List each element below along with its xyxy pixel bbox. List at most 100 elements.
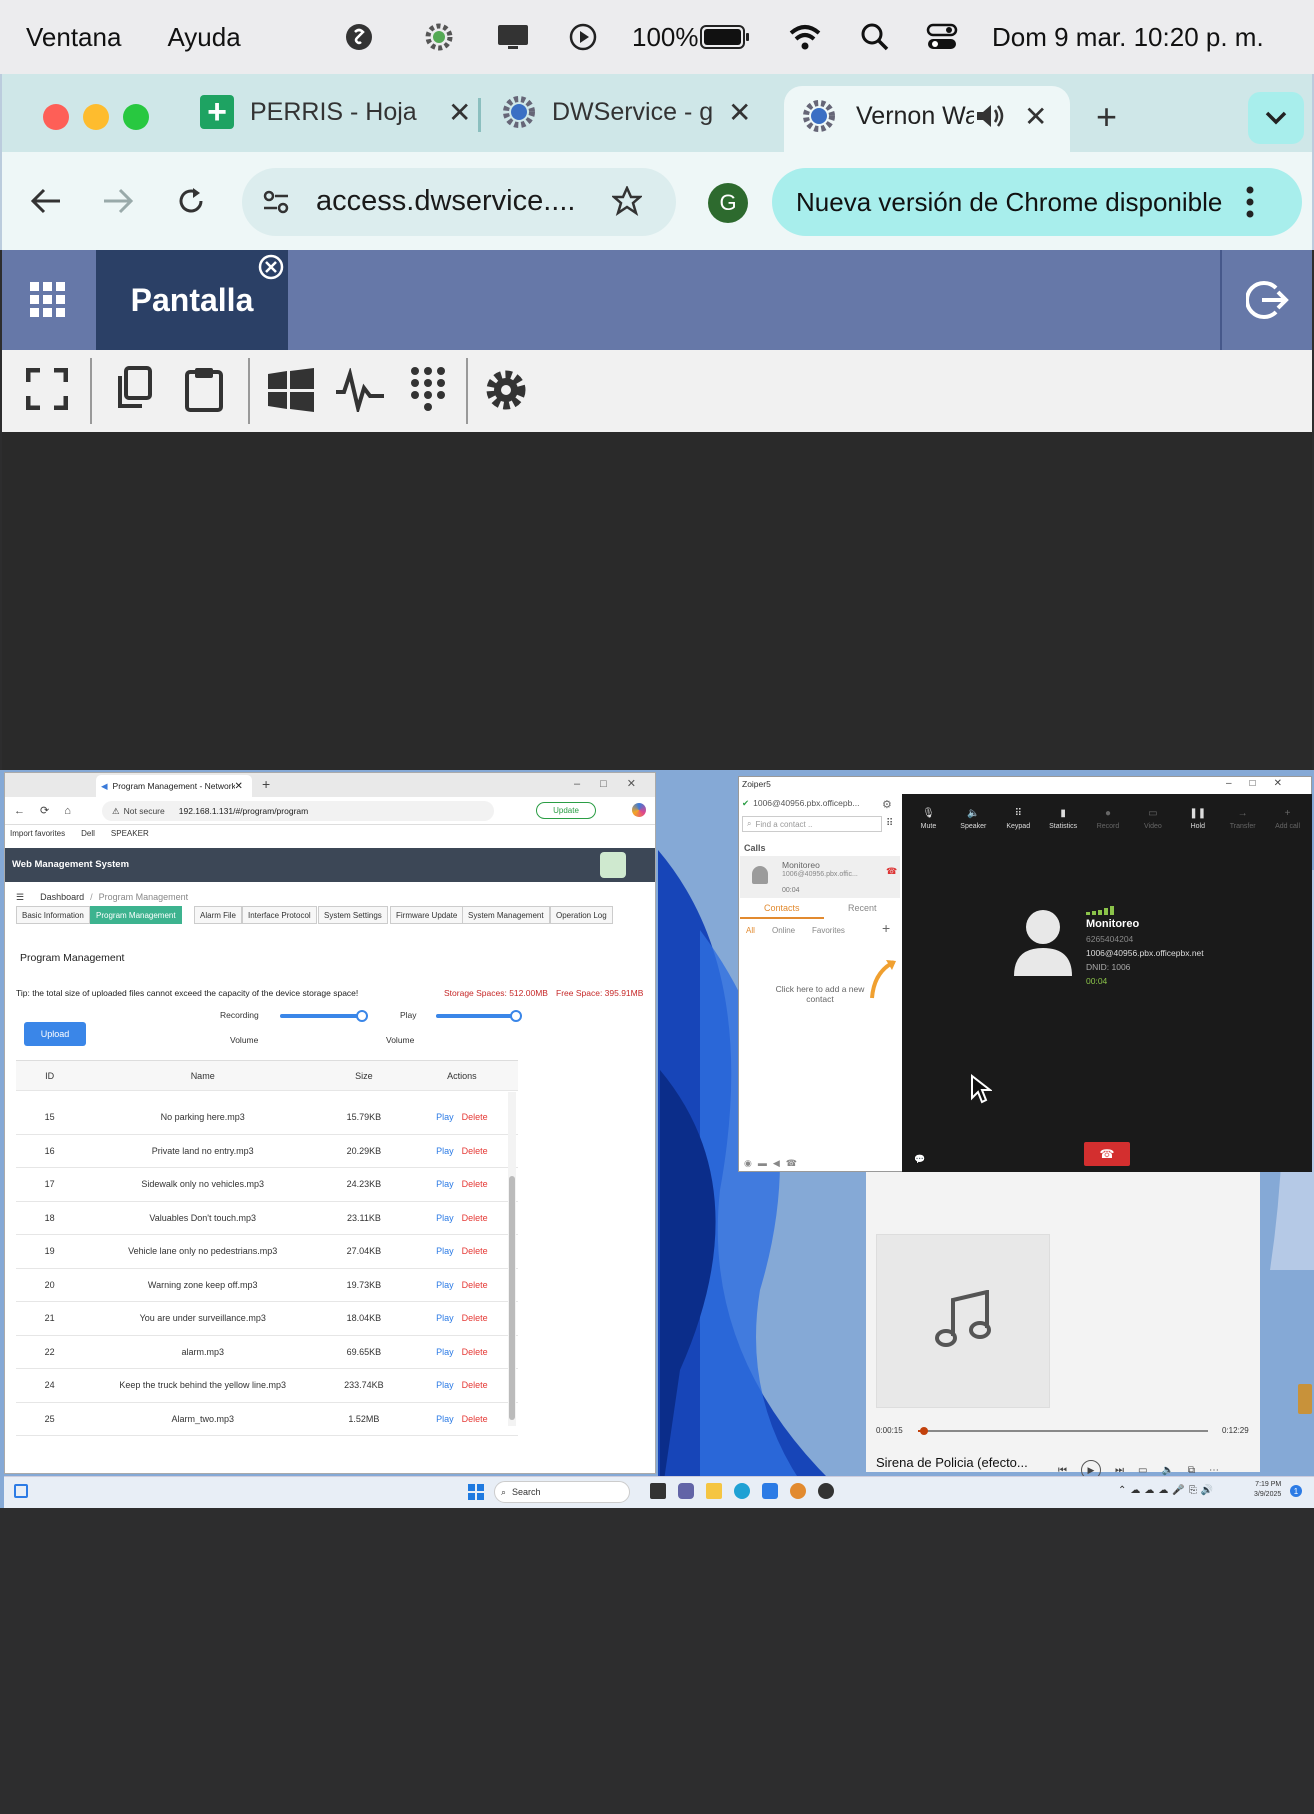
play-button[interactable]: Play xyxy=(436,1414,454,1424)
hangup-small-icon[interactable]: ☎ xyxy=(886,866,897,877)
zoiper-window-controls[interactable]: –□✕ xyxy=(1226,778,1300,789)
nav-program-management[interactable]: Program Management xyxy=(90,906,182,924)
taskbar-search[interactable]: ⌕ Search xyxy=(494,1481,630,1503)
nav-system-management[interactable]: System Management xyxy=(462,906,550,924)
hangup-button[interactable]: ☎ xyxy=(1084,1142,1130,1166)
keypad-icon[interactable] xyxy=(410,366,446,412)
reload-icon[interactable] xyxy=(176,186,206,216)
add-contact-icon[interactable]: + xyxy=(882,920,890,936)
window-minimize-button[interactable] xyxy=(83,104,109,130)
fav-dell[interactable]: Dell xyxy=(81,829,95,838)
next-icon[interactable]: ⏭ xyxy=(1115,1465,1124,1476)
start-windows-icon[interactable] xyxy=(468,1484,484,1500)
tab-vernon[interactable]: Vernon Wa ✕ xyxy=(802,96,1047,136)
settings-gear-icon[interactable] xyxy=(484,368,528,412)
wifi-icon[interactable] xyxy=(788,0,822,74)
media-seek-knob[interactable] xyxy=(919,1427,928,1435)
add-contact-hint[interactable]: Click here to add a new contact xyxy=(772,984,868,1004)
delete-button[interactable]: Delete xyxy=(462,1414,488,1424)
delete-button[interactable]: Delete xyxy=(462,1213,488,1223)
call-tool-transfer[interactable]: → Transfer xyxy=(1220,808,1265,844)
notification-badge[interactable]: 1 xyxy=(1290,1485,1302,1497)
nav-interface-protocol[interactable]: Interface Protocol xyxy=(242,906,317,924)
media-seekbar[interactable] xyxy=(918,1430,1208,1432)
tab-search-button[interactable] xyxy=(1248,92,1304,144)
edge-address-bar[interactable]: ⚠ Not secure 192.168.1.131/#/program/pro… xyxy=(102,801,494,821)
task-view-icon[interactable] xyxy=(650,1483,666,1499)
play-button[interactable]: Play xyxy=(436,1280,454,1290)
tab-close-icon[interactable]: ✕ xyxy=(728,96,751,129)
zoiper-icon[interactable] xyxy=(790,1483,806,1499)
filter-online[interactable]: Online xyxy=(772,926,795,935)
menu-toggle-icon[interactable]: ☰ xyxy=(16,892,24,903)
new-tab-icon[interactable]: + xyxy=(262,776,270,792)
windows-icon[interactable] xyxy=(268,368,314,412)
tab-perris[interactable]: + PERRIS - Hoja ✕ xyxy=(200,92,471,132)
tab-close-icon[interactable]: ✕ xyxy=(1024,100,1047,133)
more-icon[interactable]: ⋯ xyxy=(1209,1465,1219,1476)
dialpad-icon[interactable]: ⠿ xyxy=(886,818,893,829)
chrome-update-button[interactable]: Nueva versión de Chrome disponible xyxy=(772,168,1302,236)
play-button[interactable]: Play xyxy=(436,1146,454,1156)
spotlight-search-icon[interactable] xyxy=(860,0,890,74)
control-center-icon[interactable] xyxy=(926,0,958,74)
delete-button[interactable]: Delete xyxy=(462,1380,488,1390)
zoiper-account[interactable]: ✔ 1006@40956.pbx.officepb... xyxy=(742,798,859,809)
back-arrow-icon[interactable] xyxy=(30,186,62,216)
settings-gear-icon[interactable]: ⚙ xyxy=(882,798,892,811)
breadcrumb-dashboard[interactable]: Dashboard xyxy=(40,892,84,903)
delete-button[interactable]: Delete xyxy=(462,1313,488,1323)
menu-ventana[interactable]: Ventana xyxy=(26,22,121,53)
call-tool-record[interactable]: ● Record xyxy=(1086,808,1131,844)
speaker-icon[interactable] xyxy=(974,102,1004,130)
nav-firmware-update[interactable]: Firmware Update xyxy=(390,906,464,924)
battery-icon[interactable] xyxy=(700,0,750,74)
new-tab-icon[interactable]: + xyxy=(1096,96,1117,138)
call-tool-keypad[interactable]: ⠿ Keypad xyxy=(996,808,1041,844)
volume-icon[interactable]: 🔈 xyxy=(1161,1465,1173,1476)
system-tray-icons[interactable]: ⌃☁☁☁🎤⎘🔊 xyxy=(1118,1485,1217,1496)
edge-nav-icons[interactable]: ←⟳⌂ xyxy=(14,804,86,817)
edge-icon[interactable] xyxy=(734,1483,750,1499)
recording-slider-knob[interactable] xyxy=(355,1010,368,1022)
tab-dwservice[interactable]: DWService - g ✕ xyxy=(502,92,751,132)
delete-button[interactable]: Delete xyxy=(462,1179,488,1189)
play-slider[interactable] xyxy=(436,1014,520,1018)
play-button[interactable]: Play xyxy=(436,1213,454,1223)
copy-icon[interactable] xyxy=(114,366,154,410)
user-avatar[interactable] xyxy=(600,852,626,878)
contact-search-input[interactable]: ⌕ Find a contact .. xyxy=(742,816,882,832)
profile-avatar[interactable]: G xyxy=(708,183,748,223)
tab-contacts[interactable]: Contacts xyxy=(764,903,800,913)
kebab-menu-icon[interactable] xyxy=(1246,186,1254,218)
zoiper-footer-icons[interactable]: ◉▬◀︎☎ xyxy=(744,1158,803,1169)
tab-close-icon[interactable]: ✕ xyxy=(448,96,471,129)
play-button[interactable]: Play xyxy=(436,1246,454,1256)
side-widget-icon[interactable] xyxy=(1298,1384,1312,1414)
shazam-icon[interactable] xyxy=(344,0,374,74)
cast-icon[interactable]: ⧉ xyxy=(1188,1465,1195,1476)
previous-icon[interactable]: ⏮ xyxy=(1058,1465,1067,1476)
play-button[interactable]: Play xyxy=(436,1313,454,1323)
delete-button[interactable]: Delete xyxy=(462,1112,488,1122)
close-circle-icon[interactable] xyxy=(258,254,284,280)
play-button[interactable]: Play xyxy=(436,1179,454,1189)
call-tool-add-call[interactable]: + Add call xyxy=(1265,808,1310,844)
table-scrollbar-thumb[interactable] xyxy=(509,1176,515,1420)
edge-update-button[interactable]: Update xyxy=(536,802,596,819)
nav-operation-log[interactable]: Operation Log xyxy=(550,906,613,924)
tab-recent[interactable]: Recent xyxy=(848,903,877,913)
apps-grid-icon[interactable] xyxy=(30,282,66,318)
delete-button[interactable]: Delete xyxy=(462,1246,488,1256)
delete-button[interactable]: Delete xyxy=(462,1280,488,1290)
call-tool-hold[interactable]: ❚❚ Hold xyxy=(1175,808,1220,844)
recording-slider[interactable] xyxy=(280,1014,366,1018)
display-icon[interactable] xyxy=(496,0,530,74)
nav-basic-information[interactable]: Basic Information xyxy=(16,906,90,924)
menu-ayuda[interactable]: Ayuda xyxy=(167,22,240,53)
paste-clipboard-icon[interactable] xyxy=(184,366,224,412)
window-zoom-button[interactable] xyxy=(123,104,149,130)
filter-favorites[interactable]: Favorites xyxy=(812,926,845,935)
nav-alarm-file[interactable]: Alarm File xyxy=(194,906,243,924)
window-close-button[interactable] xyxy=(43,104,69,130)
